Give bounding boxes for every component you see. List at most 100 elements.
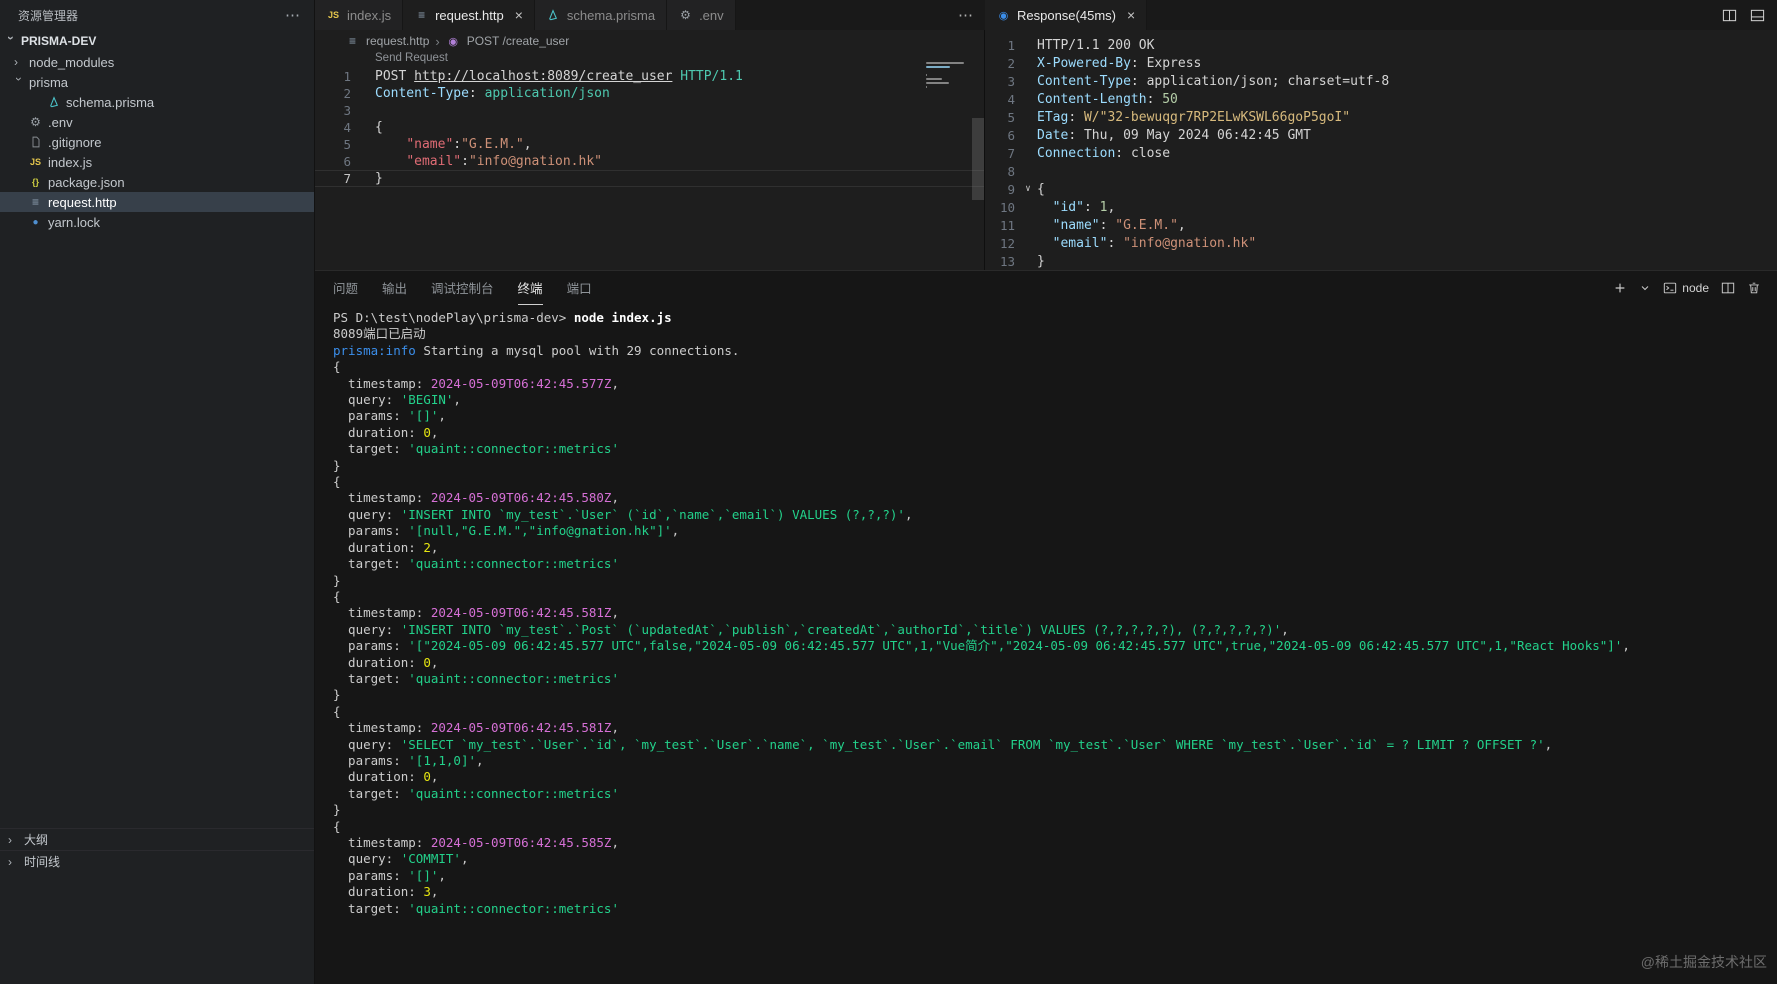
more-tabs-icon[interactable]: ⋯ xyxy=(958,0,973,30)
panel-tab-problems[interactable]: 问题 xyxy=(333,271,358,305)
section-label: 时间线 xyxy=(24,855,61,869)
sidebar-item-node-modules[interactable]: › node_modules xyxy=(0,52,314,72)
terminal-profile-chevron-icon[interactable] xyxy=(1639,282,1651,294)
terminal-output[interactable]: PS D:\test\nodePlay\prisma-dev> node ind… xyxy=(315,305,1777,917)
resp-icon: ◉ xyxy=(998,9,1009,22)
terminal-line: PS D:\test\nodePlay\prisma-dev> node ind… xyxy=(333,310,672,325)
line-number: 2 xyxy=(343,86,351,101)
sidebar-item-env[interactable]: ⚙ .env xyxy=(0,112,314,132)
explorer-header: 资源管理器 ⋯ xyxy=(0,0,314,30)
tab-response-45ms[interactable]: ◉ Response(45ms) × xyxy=(985,0,1148,30)
line-number: 12 xyxy=(999,235,1015,251)
panel-tab-debug-console[interactable]: 调试控制台 xyxy=(431,271,494,305)
terminal-line: { xyxy=(333,359,341,375)
sidebar-item-gitignore[interactable]: .gitignore xyxy=(0,132,314,152)
sidebar-item-prisma[interactable]: › prisma xyxy=(0,72,314,92)
sidebar-item-index-js[interactable]: JS index.js xyxy=(0,152,314,172)
section-label: 大纲 xyxy=(24,833,49,847)
response-code-line: 8 xyxy=(985,162,1777,180)
line-number: 4 xyxy=(1007,91,1015,107)
chevron-right-icon: › xyxy=(8,832,12,847)
chevron-right-icon: › xyxy=(14,55,18,69)
gear-icon: ⚙ xyxy=(30,115,41,129)
terminal-line: target: 'quaint::connector::metrics' xyxy=(333,556,619,572)
response-code-line: 1 HTTP/1.1 200 OK xyxy=(985,36,1777,54)
outline-section[interactable]: › 大纲 xyxy=(0,828,314,850)
line-number: 3 xyxy=(343,103,351,118)
file-label: package.json xyxy=(48,174,125,190)
http-icon: ≡ xyxy=(31,195,39,209)
terminal-line: { xyxy=(333,474,341,490)
vscode-window: 资源管理器 ⋯ › PRISMA-DEV › node_modules › prisma s… xyxy=(0,0,1777,984)
line-number: 9 xyxy=(1007,181,1015,197)
line-number: 6 xyxy=(343,154,351,169)
response-code-line: 2 X-Powered-By: Express xyxy=(985,54,1777,72)
right-editor-tabs: ◉ Response(45ms) × xyxy=(985,0,1777,30)
terminal-line: timestamp: 2024-05-09T06:42:45.581Z, xyxy=(333,720,619,736)
close-icon[interactable]: × xyxy=(515,8,523,22)
editor-request-http[interactable]: ≡ request.http › ◉ POST /create_user Sen… xyxy=(315,30,985,270)
response-code-line: 7 Connection: close xyxy=(985,144,1777,162)
minimap[interactable] xyxy=(926,62,968,90)
terminal-line: { xyxy=(333,588,341,604)
terminal-line: query: 'INSERT INTO `my_test`.`Post` (`u… xyxy=(333,621,1289,637)
send-request-codelens[interactable]: Send Request xyxy=(375,52,984,68)
file-label: .env xyxy=(48,114,73,130)
terminal-line: query: 'INSERT INTO `my_test`.`User` (`i… xyxy=(333,506,913,522)
sidebar-item-request-http[interactable]: ≡ request.http xyxy=(0,192,314,212)
request-code-line: 5 "name":"G.E.M.", xyxy=(315,136,984,153)
panel-tab-output[interactable]: 输出 xyxy=(382,271,407,305)
timeline-section[interactable]: › 时间线 xyxy=(0,850,314,872)
response-code-line: 10 "id": 1, xyxy=(985,198,1777,216)
braces-icon: {} xyxy=(31,177,39,187)
response-code[interactable]: 1 HTTP/1.1 200 OK 2 X-Powered-By: Express 3 C… xyxy=(985,36,1777,270)
split-editor-icon[interactable] xyxy=(1722,8,1737,23)
panel-tab-terminal[interactable]: 终端 xyxy=(517,271,543,305)
editor-response-panel[interactable]: 1 HTTP/1.1 200 OK 2 X-Powered-By: Express 3 C… xyxy=(985,30,1777,270)
new-terminal-icon[interactable] xyxy=(1613,281,1627,295)
terminal-line: duration: 0, xyxy=(333,769,439,785)
tab-schema-prisma[interactable]: schema.prisma xyxy=(534,0,668,30)
terminal-process-label: node xyxy=(1682,281,1709,295)
tab-env[interactable]: ⚙ .env xyxy=(667,0,736,30)
terminal-line: { xyxy=(333,818,341,834)
explorer-more-actions-icon[interactable]: ⋯ xyxy=(285,6,300,24)
editor-tab-bar: JS index.js ≡ request.http × schema.prisma ⚙ .e… xyxy=(315,0,1777,30)
tab-label: Response(45ms) xyxy=(1017,7,1116,23)
terminal-line: params: '[1,1,0]', xyxy=(333,752,484,768)
kill-terminal-icon[interactable] xyxy=(1747,281,1761,295)
tab-request-http[interactable]: ≡ request.http × xyxy=(403,0,535,30)
split-terminal-icon[interactable] xyxy=(1721,281,1735,295)
response-code-line: 9 ∨{ xyxy=(985,180,1777,198)
request-code-line: 7} xyxy=(315,170,984,187)
terminal-instance-node[interactable]: node xyxy=(1663,281,1709,295)
sidebar-item-yarn-lock[interactable]: ● yarn.lock xyxy=(0,212,314,232)
close-icon[interactable]: × xyxy=(1127,8,1135,22)
line-number: 7 xyxy=(343,171,351,186)
panel-tab-ports[interactable]: 端口 xyxy=(567,271,592,305)
sidebar-item-schema-prisma[interactable]: schema.prisma xyxy=(0,92,314,112)
fold-chevron-icon[interactable]: ∨ xyxy=(1019,184,1037,194)
line-number: 3 xyxy=(1007,73,1015,89)
js-icon: JS xyxy=(327,10,339,20)
request-code-line: 1 POST http://localhost:8089/create_user … xyxy=(315,68,984,85)
customize-layout-icon[interactable] xyxy=(1750,8,1765,23)
terminal-line: query: 'SELECT `my_test`.`User`.`id`, `m… xyxy=(333,736,1553,752)
tab-index-js[interactable]: JS index.js xyxy=(315,0,404,30)
request-code-line: 2 Content-Type: application/json xyxy=(315,85,984,102)
terminal-line: target: 'quaint::connector::metrics' xyxy=(333,785,619,801)
sidebar-item-package-json[interactable]: {} package.json xyxy=(0,172,314,192)
response-code-line: 4 Content-Length: 50 xyxy=(985,90,1777,108)
response-code-line: 13} xyxy=(985,252,1777,270)
breadcrumb-file[interactable]: request.http xyxy=(366,34,429,48)
terminal-line: target: 'quaint::connector::metrics' xyxy=(333,670,619,686)
editor-scrollbar[interactable] xyxy=(972,118,984,200)
line-number: 6 xyxy=(1007,127,1015,143)
terminal-line: { xyxy=(333,703,341,719)
response-code-line: 6 Date: Thu, 09 May 2024 06:42:45 GMT xyxy=(985,126,1777,144)
breadcrumb-route[interactable]: POST /create_user xyxy=(467,34,570,48)
sidebar-item-prisma-dev[interactable]: › PRISMA-DEV xyxy=(0,30,314,52)
breadcrumb: ≡ request.http › ◉ POST /create_user xyxy=(315,30,984,52)
request-editor-code[interactable]: 1 POST http://localhost:8089/create_user … xyxy=(315,68,984,187)
panel-header: 问题 输出 调试控制台 终端 端口 node xyxy=(315,271,1777,305)
